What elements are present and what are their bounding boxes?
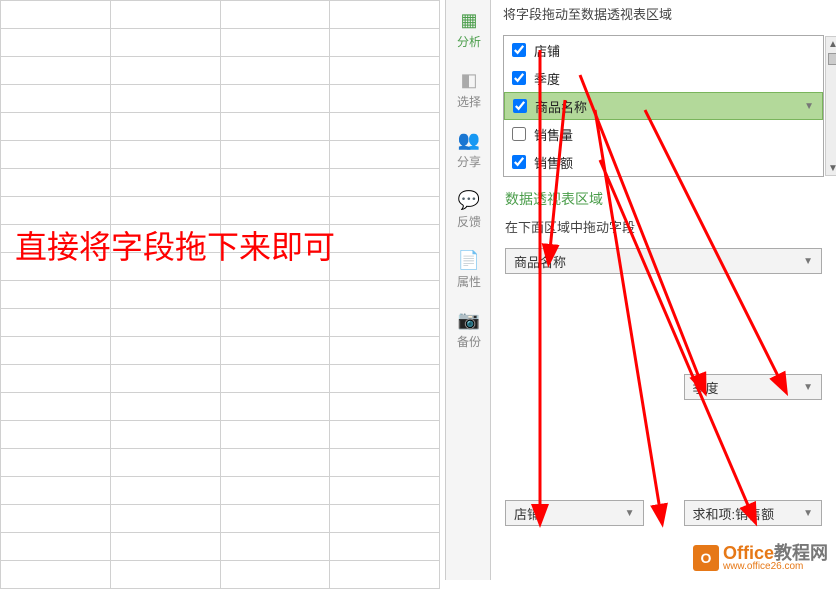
toolbar-feedback[interactable]: 💬 反馈 — [446, 180, 492, 240]
field-checkbox[interactable] — [512, 127, 526, 141]
field-row-salesamt[interactable]: 销售额 — [504, 148, 823, 176]
chevron-down-icon[interactable]: ▼ — [803, 382, 813, 393]
section-title: 数据透视表区域 — [491, 177, 836, 213]
feedback-icon: 💬 — [458, 190, 480, 211]
scrollbar[interactable]: ▲ ▼ — [825, 36, 836, 176]
value-chip[interactable]: 求和项:销售额 ▼ — [684, 500, 823, 526]
toolbar-label: 备份 — [457, 333, 481, 350]
toolbar-select[interactable]: ◧ 选择 — [446, 60, 492, 120]
analyze-icon: ▦ — [460, 10, 477, 31]
toolbar-label: 属性 — [457, 273, 481, 290]
scroll-up-icon[interactable]: ▲ — [826, 37, 836, 51]
panel-header: 将字段拖动至数据透视表区域 — [491, 0, 836, 27]
chip-label: 季度 — [693, 378, 719, 397]
field-row-store[interactable]: 店铺 — [504, 36, 823, 64]
toolbar-label: 分享 — [457, 153, 481, 170]
value-zone[interactable]: 求和项:销售额 ▼ — [684, 500, 823, 526]
field-checkbox[interactable] — [513, 99, 527, 113]
side-toolbar: ▦ 分析 ◧ 选择 👥 分享 💬 反馈 📄 属性 📷 备份 — [445, 0, 491, 580]
field-checkbox[interactable] — [512, 71, 526, 85]
field-checkbox[interactable] — [512, 43, 526, 57]
column-zone[interactable]: 季度 ▼ — [684, 374, 823, 400]
field-checkbox[interactable] — [512, 155, 526, 169]
chevron-down-icon[interactable]: ▼ — [804, 101, 814, 112]
spreadsheet-grid[interactable] — [0, 0, 440, 580]
share-icon: 👥 — [458, 130, 480, 151]
sub-label: 在下面区域中拖动字段 — [491, 213, 836, 244]
pivot-panel: 将字段拖动至数据透视表区域 店铺 季度 商品名称 ▼ 销售量 销售额 ▲ ▼ — [491, 0, 836, 580]
field-label: 商品名称 — [535, 97, 587, 116]
toolbar-properties[interactable]: 📄 属性 — [446, 240, 492, 300]
toolbar-backup[interactable]: 📷 备份 — [446, 300, 492, 360]
toolbar-share[interactable]: 👥 分享 — [446, 120, 492, 180]
filter-zone[interactable]: 商品名称 ▼ — [505, 248, 822, 274]
field-label: 销售量 — [534, 125, 573, 144]
field-label: 销售额 — [534, 153, 573, 172]
scroll-thumb[interactable] — [828, 53, 836, 65]
toolbar-label: 选择 — [457, 93, 481, 110]
column-chip[interactable]: 季度 ▼ — [684, 374, 823, 400]
toolbar-analyze[interactable]: ▦ 分析 — [446, 0, 492, 60]
toolbar-label: 分析 — [457, 33, 481, 50]
field-label: 季度 — [534, 69, 560, 88]
chip-label: 商品名称 — [514, 252, 566, 271]
backup-icon: 📷 — [458, 310, 480, 331]
select-icon: ◧ — [460, 70, 477, 91]
field-list: 店铺 季度 商品名称 ▼ 销售量 销售额 ▲ ▼ — [503, 35, 824, 177]
field-row-quarter[interactable]: 季度 — [504, 64, 823, 92]
chip-label: 店铺 — [514, 504, 540, 523]
toolbar-label: 反馈 — [457, 213, 481, 230]
filter-chip[interactable]: 商品名称 ▼ — [505, 248, 822, 274]
field-label: 店铺 — [534, 41, 560, 60]
chevron-down-icon[interactable]: ▼ — [803, 256, 813, 267]
chip-label: 求和项:销售额 — [693, 504, 775, 523]
row-zone[interactable]: 店铺 ▼ — [505, 500, 644, 526]
chevron-down-icon[interactable]: ▼ — [625, 508, 635, 519]
watermark-title: Office教程网 — [723, 544, 828, 562]
watermark-badge: O — [693, 545, 719, 571]
watermark-url: www.office26.com — [723, 562, 828, 572]
properties-icon: 📄 — [458, 250, 480, 271]
row-chip[interactable]: 店铺 ▼ — [505, 500, 644, 526]
watermark: O Office教程网 www.office26.com — [693, 544, 828, 572]
field-row-salesqty[interactable]: 销售量 — [504, 120, 823, 148]
scroll-down-icon[interactable]: ▼ — [826, 161, 836, 175]
chevron-down-icon[interactable]: ▼ — [803, 508, 813, 519]
field-row-product[interactable]: 商品名称 ▼ — [504, 92, 823, 120]
annotation-text: 直接将字段拖下来即可 — [15, 222, 335, 268]
